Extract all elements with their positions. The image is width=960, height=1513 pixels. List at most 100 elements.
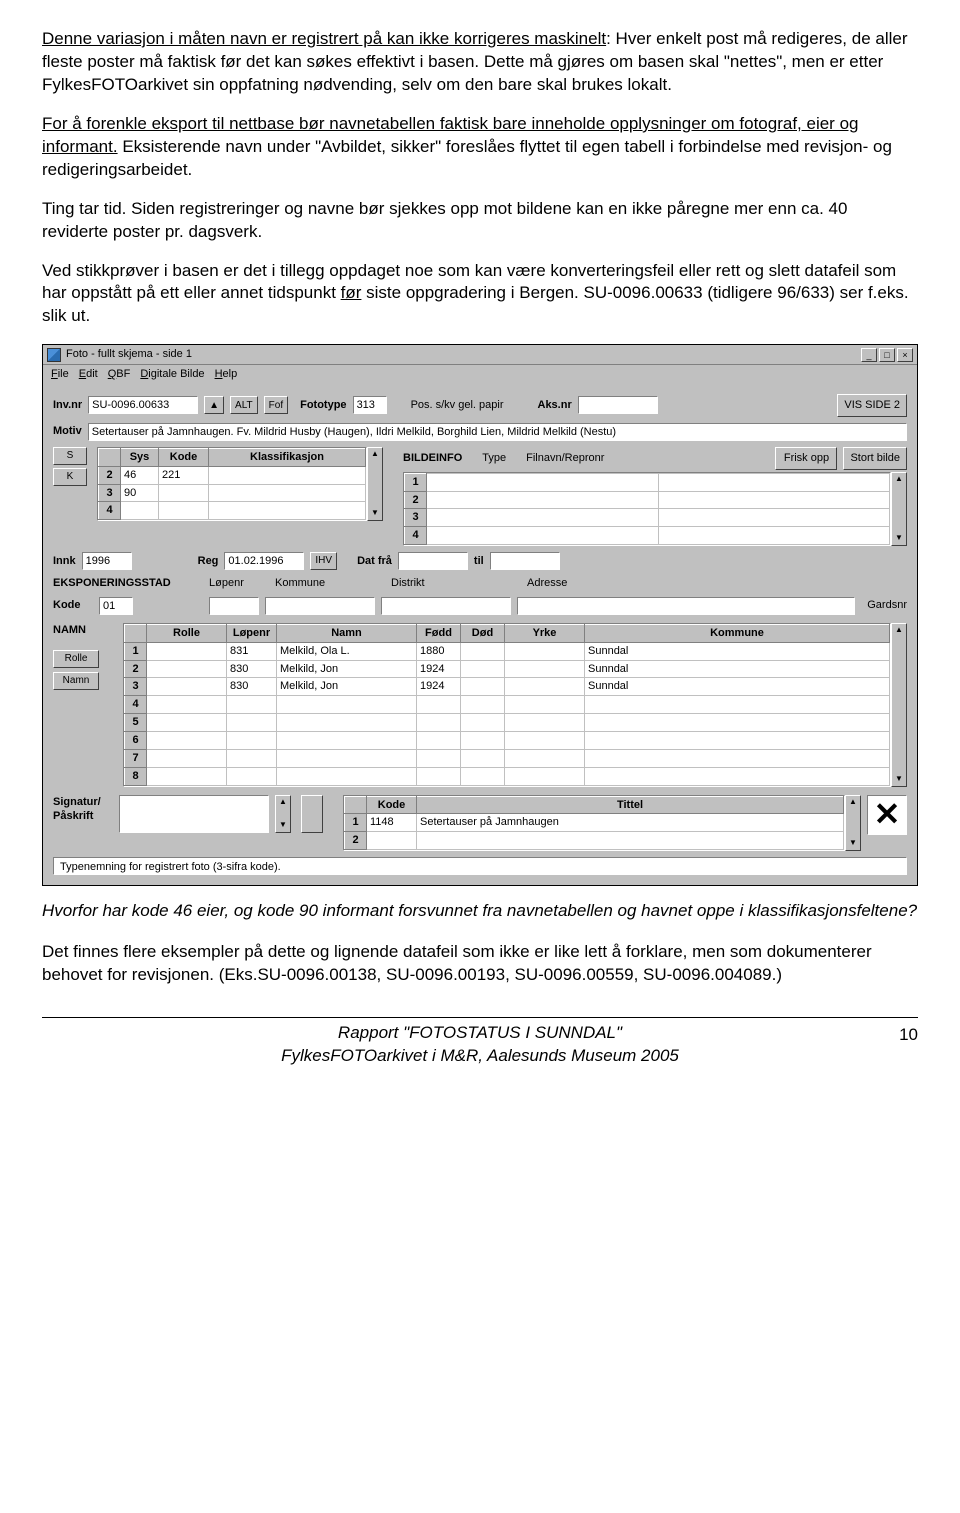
- fof-button[interactable]: Fof: [264, 396, 288, 414]
- k-button[interactable]: K: [53, 468, 87, 486]
- table-row: 7: [125, 749, 890, 767]
- col-namn: Namn: [277, 624, 417, 642]
- table-row: 2830Melkild, Jon1924Sunndal: [125, 660, 890, 678]
- field-innk[interactable]: 1996: [82, 552, 132, 570]
- label-navn: NAMN: [53, 623, 117, 638]
- label-fototype: Fototype: [300, 398, 346, 413]
- col-fodd: Fødd: [417, 624, 461, 642]
- field-aksnr[interactable]: [578, 396, 658, 414]
- label-type: Type: [482, 451, 506, 466]
- col-kommune: Kommune: [585, 624, 890, 642]
- table-row: 4: [125, 696, 890, 714]
- window-title: Foto - fullt skjema - side 1: [66, 347, 192, 362]
- tittel-scrollbar[interactable]: ▲▼: [845, 795, 861, 852]
- bildeinfo-grid[interactable]: 1 2 3 4: [403, 472, 891, 546]
- col-lopenr: Løpenr: [227, 624, 277, 642]
- table-row: 8: [125, 767, 890, 785]
- field-invnr[interactable]: SU-0096.00633: [88, 396, 198, 414]
- table-row: 5: [125, 714, 890, 732]
- label-motiv: Motiv: [53, 424, 82, 439]
- label-lopenr: Løpenr: [209, 576, 269, 591]
- menu-qbf[interactable]: QBF: [108, 367, 131, 382]
- label-kommune: Kommune: [275, 576, 385, 591]
- tittel-grid[interactable]: Kode Tittel 11148Setertauser på Jamnhaug…: [343, 795, 845, 852]
- page-footer: Rapport "FOTOSTATUS I SUNNDAL" FylkesFOT…: [42, 1017, 918, 1068]
- signatur-scrollbar[interactable]: ▲▼: [275, 795, 291, 833]
- navn-grid[interactable]: Rolle Løpenr Namn Fødd Død Yrke Kommune …: [123, 623, 891, 787]
- klass-row: 3 90: [99, 484, 366, 502]
- label-innk: Innk: [53, 554, 76, 569]
- app-window: Foto - fullt skjema - side 1 _ □ × File …: [42, 344, 918, 886]
- col-sys: Sys: [121, 448, 159, 466]
- label-aksnr: Aks.nr: [538, 398, 572, 413]
- label-invnr: Inv.nr: [53, 398, 82, 413]
- label-bildeinfo: BILDEINFO: [403, 451, 462, 466]
- field-signatur[interactable]: [119, 795, 269, 833]
- bildeinfo-scrollbar[interactable]: ▲▼: [891, 472, 907, 546]
- menu-edit[interactable]: Edit: [79, 367, 98, 382]
- klass-scrollbar[interactable]: ▲▼: [367, 447, 383, 521]
- close-button[interactable]: ×: [897, 348, 913, 362]
- field-reg[interactable]: 01.02.1996: [224, 552, 304, 570]
- navn-scrollbar[interactable]: ▲▼: [891, 623, 907, 787]
- ihv-button[interactable]: IHV: [310, 552, 337, 570]
- klass-row: 4: [99, 502, 366, 520]
- namn-button[interactable]: Namn: [53, 672, 99, 690]
- image-placeholder-icon: ✕: [867, 795, 907, 835]
- paragraph-1-underline: Denne variasjon i måten navn er registre…: [42, 29, 606, 48]
- title-bar: Foto - fullt skjema - side 1 _ □ ×: [43, 345, 917, 365]
- field-adresse[interactable]: [517, 597, 855, 615]
- paragraph-4b: før: [341, 283, 362, 302]
- field-fototype[interactable]: 313: [353, 396, 387, 414]
- figure-caption: Hvorfor har kode 46 eier, og kode 90 inf…: [42, 900, 918, 923]
- signatur-extra-button[interactable]: [301, 795, 323, 833]
- s-button[interactable]: S: [53, 447, 87, 465]
- table-row: 3830Melkild, Jon1924Sunndal: [125, 678, 890, 696]
- field-motiv[interactable]: Setertauser på Jamnhaugen. Fv. Mildrid H…: [88, 423, 907, 441]
- menu-help[interactable]: Help: [215, 367, 238, 382]
- label-kode2: Kode: [53, 598, 93, 613]
- menu-file[interactable]: File: [51, 367, 69, 382]
- paragraph-5: Det finnes flere eksempler på dette og l…: [42, 941, 918, 987]
- col-kode3: Kode: [367, 796, 417, 814]
- field-datfra[interactable]: [398, 552, 468, 570]
- paragraph-2-rest: Eksisterende navn under "Avbildet, sikke…: [42, 137, 892, 179]
- field-kommune[interactable]: [265, 597, 375, 615]
- paragraph-2: For å forenkle eksport til nettbase bør …: [42, 113, 918, 182]
- col-rolle: Rolle: [147, 624, 227, 642]
- vis-side-2-button[interactable]: VIS SIDE 2: [837, 394, 907, 417]
- paragraph-4: Ved stikkprøver i basen er det i tillegg…: [42, 260, 918, 329]
- alt-button[interactable]: ALT: [230, 396, 258, 414]
- field-kode[interactable]: 01: [99, 597, 133, 615]
- page-number: 10: [899, 1024, 918, 1047]
- label-gardsnr: Gardsnr: [867, 598, 907, 613]
- field-til[interactable]: [490, 552, 560, 570]
- stort-bilde-button[interactable]: Stort bilde: [843, 447, 907, 470]
- frisk-opp-button[interactable]: Frisk opp: [775, 447, 837, 470]
- footer-line1: Rapport "FOTOSTATUS I SUNNDAL": [42, 1022, 918, 1045]
- table-row: 2: [345, 832, 844, 850]
- label-datfra: Dat frå: [357, 554, 392, 569]
- label-distrikt: Distrikt: [391, 576, 521, 591]
- label-adresse: Adresse: [527, 576, 567, 591]
- label-posskv: Pos. s/kv gel. papir: [411, 398, 504, 413]
- client-area: Inv.nr SU-0096.00633 ▲ ALT Fof Fototype …: [43, 386, 917, 885]
- field-distrikt[interactable]: [381, 597, 511, 615]
- menu-bar: File Edit QBF Digitale Bilde Help: [43, 365, 917, 386]
- table-row: 11148Setertauser på Jamnhaugen: [345, 814, 844, 832]
- minimize-button[interactable]: _: [861, 348, 877, 362]
- col-yrke: Yrke: [505, 624, 585, 642]
- paragraph-3: Ting tar tid. Siden registreringer og na…: [42, 198, 918, 244]
- arrow-up-button[interactable]: ▲: [204, 396, 224, 414]
- maximize-button[interactable]: □: [879, 348, 895, 362]
- klass-row: 2 46 221: [99, 466, 366, 484]
- rolle-button[interactable]: Rolle: [53, 650, 99, 668]
- field-lopenr[interactable]: [209, 597, 259, 615]
- klassifikasjon-grid[interactable]: Sys Kode Klassifikasjon 2 46 221 3: [97, 447, 367, 521]
- label-signatur: Signatur/ Påskrift: [53, 795, 113, 825]
- label-eksp: EKSPONERINGSSTAD: [53, 576, 203, 591]
- table-row: 6: [125, 731, 890, 749]
- col-klass: Klassifikasjon: [209, 448, 366, 466]
- status-bar: Typenemning for registrert foto (3-sifra…: [53, 857, 907, 875]
- menu-digitale-bilde[interactable]: Digitale Bilde: [140, 367, 204, 382]
